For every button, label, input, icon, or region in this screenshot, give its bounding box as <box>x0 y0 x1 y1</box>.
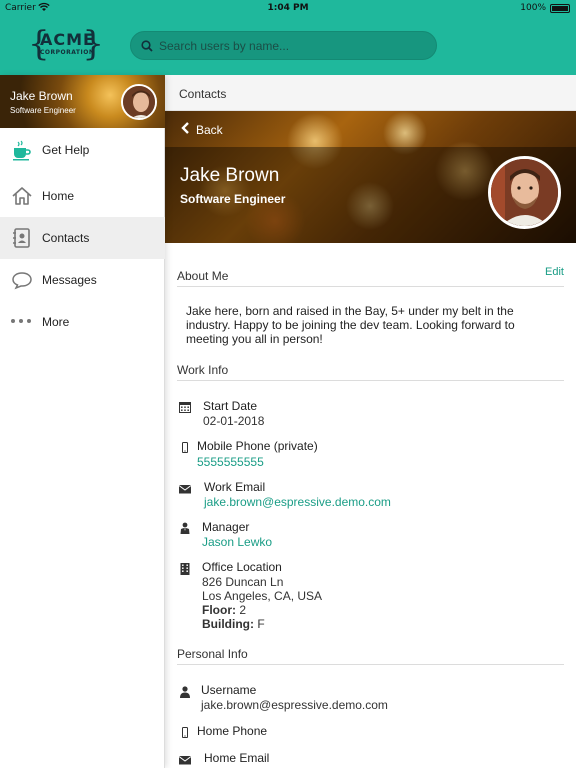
user-icon <box>179 683 191 698</box>
about-text: Jake here, born and raised in the Bay, 5… <box>186 304 515 346</box>
work-email-label: Work Email <box>204 480 266 494</box>
divider <box>177 380 564 381</box>
search-icon <box>141 40 153 52</box>
office-floor: Floor: 2 <box>202 603 322 617</box>
subheader-title: Contacts <box>179 87 227 101</box>
edit-button[interactable]: Edit <box>545 266 564 278</box>
back-label: Back <box>196 123 223 137</box>
battery-icon <box>550 4 570 13</box>
start-date-field: Start Date 02-01-2018 <box>203 399 264 428</box>
battery-percent: 100% <box>520 3 546 13</box>
address-book-icon <box>11 227 33 249</box>
acme-logo[interactable]: { ACME CORPORATION } <box>28 25 104 65</box>
profile-title: Software Engineer <box>180 192 286 206</box>
floor-value: 2 <box>239 603 247 617</box>
sidebar: Jake Brown Software Engineer Get Help Ho… <box>0 75 165 768</box>
building-value: F <box>257 617 265 631</box>
office-location-label: Office Location <box>202 560 282 574</box>
start-date-value: 02-01-2018 <box>203 414 265 428</box>
manager-field: Manager Jason Lewko <box>202 520 272 549</box>
building-label: Building: <box>202 617 254 631</box>
avatar[interactable] <box>121 84 157 120</box>
envelope-icon <box>178 480 192 494</box>
contacts-subheader: Contacts <box>165 75 576 111</box>
sidebar-user-title: Software Engineer <box>10 106 76 115</box>
building-icon <box>179 560 191 575</box>
office-building: Building: F <box>202 617 322 631</box>
sidebar-item-label: More <box>42 315 70 329</box>
sidebar-item-home[interactable]: Home <box>0 175 165 217</box>
sidebar-user-name: Jake Brown <box>10 89 73 103</box>
manager-label: Manager <box>202 520 250 534</box>
manager-link[interactable]: Jason Lewko <box>202 535 272 549</box>
chat-bubble-icon <box>11 269 33 291</box>
work-email-link[interactable]: jake.brown@espressive.demo.com <box>204 495 391 509</box>
home-email-label: Home Email <box>204 751 270 765</box>
office-location-field: Office Location 826 Duncan Ln Los Angele… <box>202 560 322 631</box>
personal-info-heading: Personal Info <box>177 647 248 661</box>
mobile-phone-icon <box>179 439 191 453</box>
clock: 1:04 PM <box>267 3 309 13</box>
username-value: jake.brown@espressive.demo.com <box>201 698 388 712</box>
calendar-icon <box>179 398 191 413</box>
start-date-label: Start Date <box>203 399 258 413</box>
status-bar: Carrier 1:04 PM 100% <box>0 0 576 16</box>
about-me-heading: About Me <box>177 269 229 283</box>
office-address-line1: 826 Duncan Ln <box>202 575 284 589</box>
username-label: Username <box>201 683 257 697</box>
home-email-field: Home Email <box>204 751 269 765</box>
profile-avatar[interactable] <box>488 156 561 229</box>
office-address-line2: Los Angeles, CA, USA <box>202 589 323 603</box>
manager-icon <box>179 519 191 534</box>
username-field: Username jake.brown@espressive.demo.com <box>201 683 388 712</box>
home-phone-field: Home Phone <box>197 724 267 738</box>
search-input[interactable] <box>159 36 429 56</box>
mobile-phone-label: Mobile Phone (private) <box>197 439 318 453</box>
mobile-phone-field: Mobile Phone (private) 5555555555 <box>197 439 318 469</box>
sidebar-profile-header[interactable]: Jake Brown Software Engineer <box>0 75 165 128</box>
profile-hero: Back Jake Brown Software Engineer <box>165 111 576 243</box>
home-icon <box>11 185 33 207</box>
work-email-field: Work Email jake.brown@espressive.demo.co… <box>204 480 391 509</box>
main-panel: Contacts Back Jake Brown Software Engine… <box>165 75 576 768</box>
envelope-icon <box>178 751 192 765</box>
floor-label: Floor: <box>202 603 236 617</box>
coffee-cup-icon <box>11 139 33 161</box>
mobile-phone-icon <box>179 724 191 738</box>
top-app-bar: { ACME CORPORATION } <box>0 16 576 75</box>
sidebar-item-get-help[interactable]: Get Help <box>0 129 165 171</box>
home-phone-label: Home Phone <box>197 724 268 738</box>
divider <box>177 664 564 665</box>
sidebar-item-more[interactable]: More <box>0 301 165 343</box>
mobile-phone-link[interactable]: 5555555555 <box>197 455 318 469</box>
sidebar-item-label: Home <box>42 189 75 203</box>
profile-name: Jake Brown <box>180 165 280 186</box>
sidebar-item-label: Contacts <box>42 231 90 245</box>
work-info-heading: Work Info <box>177 363 229 377</box>
sidebar-item-label: Get Help <box>42 143 90 157</box>
sidebar-item-messages[interactable]: Messages <box>0 259 165 301</box>
sidebar-item-contacts[interactable]: Contacts <box>0 217 165 259</box>
ellipsis-icon <box>11 311 33 333</box>
divider <box>177 286 564 287</box>
search-bar[interactable] <box>130 31 437 60</box>
sidebar-item-label: Messages <box>42 273 97 287</box>
chevron-left-icon <box>181 122 189 134</box>
